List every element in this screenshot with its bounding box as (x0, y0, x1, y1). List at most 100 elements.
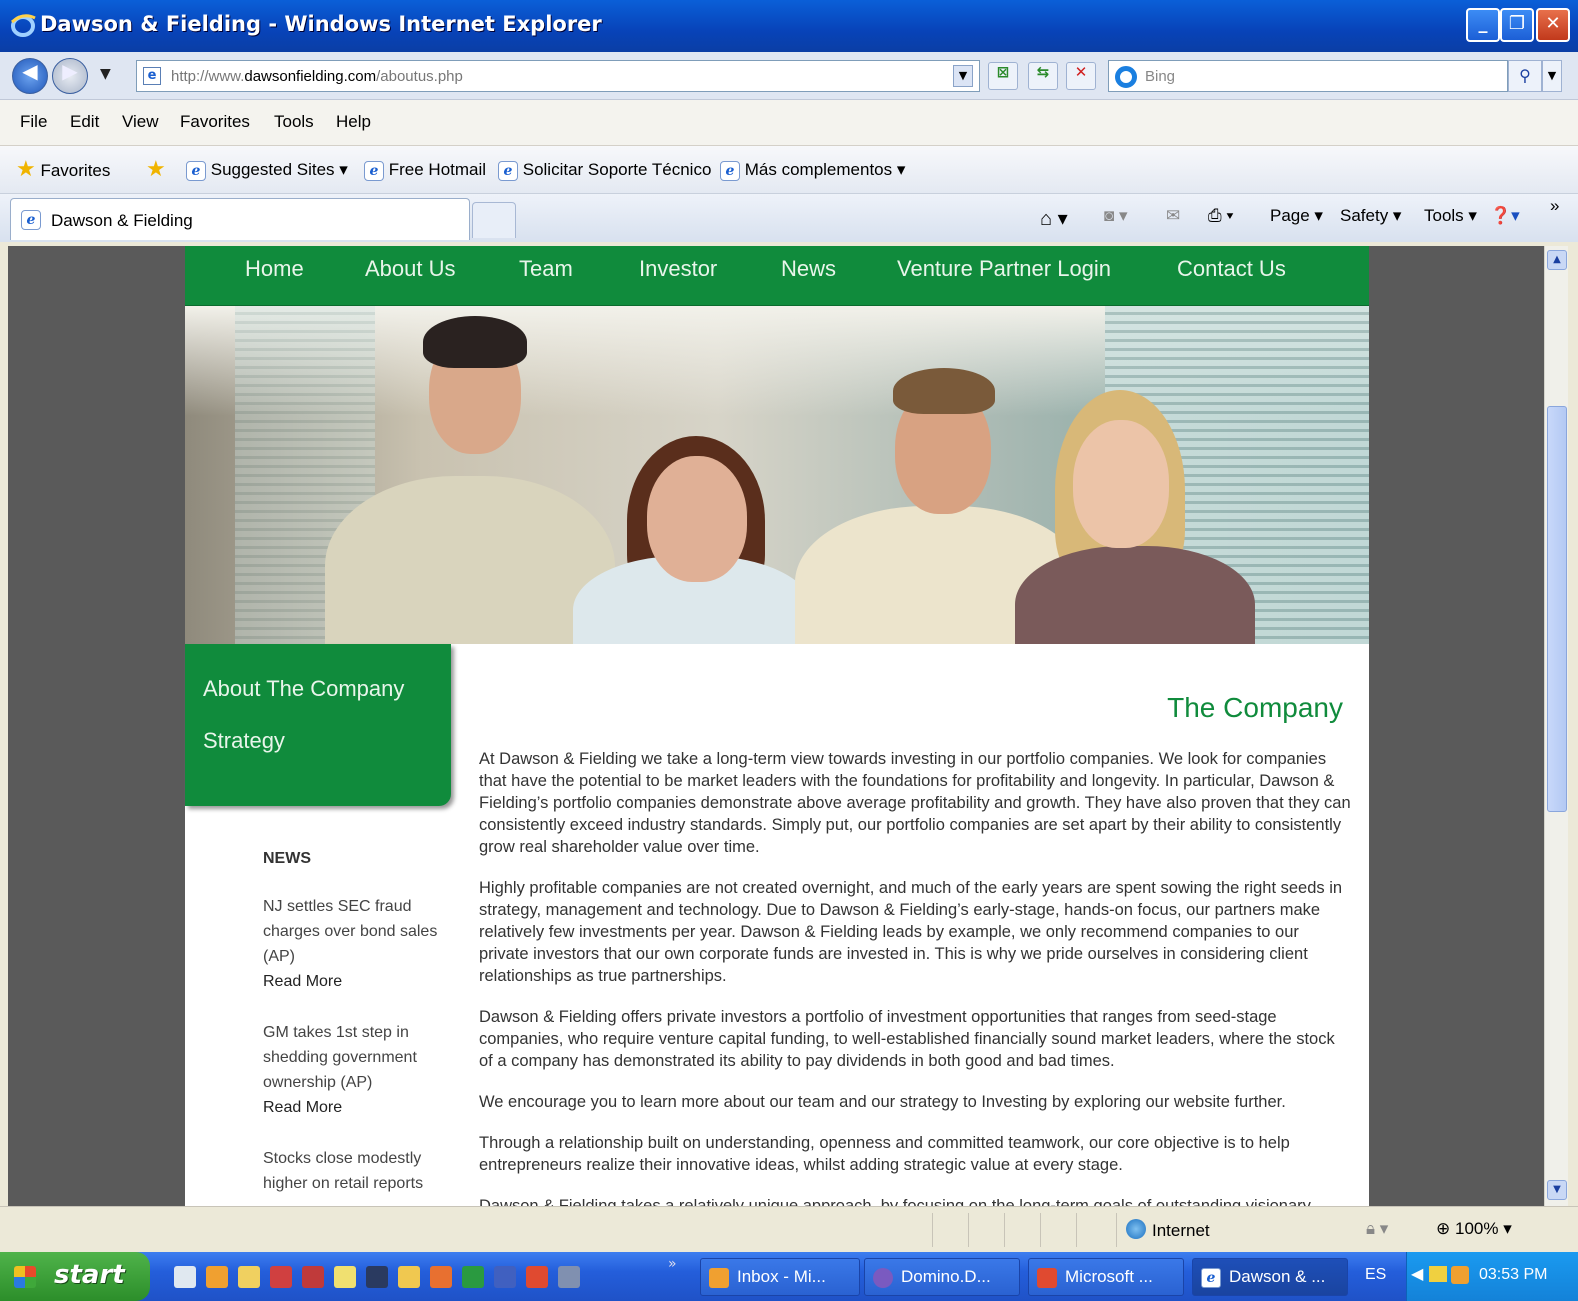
quicklaunch-app-icon[interactable] (302, 1266, 324, 1288)
clock[interactable]: 03:53 PM (1479, 1266, 1547, 1284)
quicklaunch-app-icon[interactable] (430, 1266, 452, 1288)
nav-about-us[interactable]: About Us (365, 256, 456, 282)
search-options-dropdown[interactable]: ▼ (1542, 60, 1562, 92)
feeds-icon[interactable]: ◙ ▾ (1104, 206, 1128, 226)
refresh-button[interactable]: ⇆ (1028, 62, 1058, 90)
taskbar-item-dawson[interactable]: e Dawson & ... (1192, 1258, 1348, 1296)
tab-label: Dawson & Fielding (51, 211, 193, 230)
maximize-button[interactable]: ❐ (1500, 8, 1534, 42)
nav-contact-us[interactable]: Contact Us (1177, 256, 1286, 282)
favorites-item-suggested-sites[interactable]: e Suggested Sites ▾ (186, 160, 348, 181)
scroll-up-button[interactable]: ▲ (1547, 250, 1567, 270)
nav-home[interactable]: Home (245, 256, 304, 282)
start-button[interactable]: start (0, 1252, 150, 1301)
home-icon[interactable]: ⌂ ▾ (1040, 206, 1068, 231)
quicklaunch-app-icon[interactable] (494, 1266, 516, 1288)
back-button[interactable]: ◀ (12, 58, 48, 94)
menu-tools[interactable]: Tools (274, 112, 314, 132)
search-button[interactable]: ⚲ (1508, 60, 1542, 92)
windows-logo-icon (14, 1266, 36, 1288)
news-panel: NEWS NJ settles SEC fraud charges over b… (263, 850, 453, 1206)
menu-favorites[interactable]: Favorites (180, 112, 250, 132)
news-headline[interactable]: Stocks close modestly higher on retail r… (263, 1146, 453, 1196)
recent-pages-dropdown[interactable]: ▼ (100, 66, 111, 82)
taskbar: start » Inbox - Mi... Domino.D... Micros… (0, 1252, 1578, 1301)
news-heading: NEWS (263, 850, 311, 867)
add-to-favorites-button[interactable]: ★ (146, 156, 166, 182)
protected-mode-icon[interactable]: 🔒︎ ▾ (1366, 1219, 1388, 1239)
minimize-button[interactable]: _ (1466, 8, 1500, 42)
favorites-item-free-hotmail[interactable]: e Free Hotmail (364, 160, 486, 181)
tools-menu[interactable]: Tools ▾ (1424, 206, 1477, 226)
magnifier-icon: ⚲ (1519, 66, 1531, 85)
print-icon[interactable]: ⎙ ▾ (1208, 206, 1233, 226)
nav-venture-partner-login[interactable]: Venture Partner Login (897, 256, 1111, 282)
quicklaunch-folder-icon[interactable] (238, 1266, 260, 1288)
quicklaunch-app-icon[interactable] (270, 1266, 292, 1288)
search-input[interactable]: Bing (1108, 60, 1508, 92)
page-icon: e (143, 67, 161, 85)
stop-button[interactable]: ✕ (1066, 62, 1096, 90)
menu-edit[interactable]: Edit (70, 112, 99, 132)
compatibility-icon: ⊠ (996, 63, 1010, 81)
quicklaunch-folder-icon[interactable] (398, 1266, 420, 1288)
paragraph: Through a relationship built on understa… (479, 1134, 1290, 1174)
favorites-button[interactable]: ★ Favorites (16, 156, 110, 182)
quicklaunch-monitor-icon[interactable] (366, 1266, 388, 1288)
scroll-thumb[interactable] (1547, 406, 1567, 812)
ie-page-icon: e (186, 161, 206, 181)
quicklaunch-app-icon[interactable] (334, 1266, 356, 1288)
compatibility-view-button[interactable]: ⊠ (988, 62, 1018, 90)
side-menu: About The Company Strategy (185, 644, 451, 806)
zoom-icon: ⊕ (1436, 1219, 1451, 1238)
nav-news[interactable]: News (781, 256, 836, 282)
menu-help[interactable]: Help (336, 112, 371, 132)
vertical-scrollbar[interactable]: ▲ ▼ (1544, 246, 1568, 1206)
quicklaunch-app-icon[interactable] (526, 1266, 548, 1288)
scroll-down-button[interactable]: ▼ (1547, 1180, 1567, 1200)
quicklaunch-overflow-icon[interactable]: » (668, 1256, 677, 1272)
menu-file[interactable]: File (20, 112, 47, 132)
menu-view[interactable]: View (122, 112, 159, 132)
quicklaunch-app-icon[interactable] (558, 1266, 580, 1288)
mail-icon[interactable] (1429, 1266, 1447, 1282)
taskbar-item-inbox[interactable]: Inbox - Mi... (700, 1258, 860, 1296)
nav-investor[interactable]: Investor (639, 256, 717, 282)
outlook-tray-icon[interactable] (1451, 1266, 1469, 1284)
taskbar-item-microsoft[interactable]: Microsoft ... (1028, 1258, 1184, 1296)
favorites-item-complementos[interactable]: e Más complementos ▾ (720, 160, 905, 181)
favorites-item-soporte[interactable]: e Solicitar Soporte Técnico (498, 160, 711, 181)
new-tab-button[interactable] (472, 202, 516, 238)
url-dropdown-button[interactable]: ▼ (953, 65, 973, 87)
news-headline[interactable]: NJ settles SEC fraud charges over bond s… (263, 894, 453, 969)
read-more-link[interactable]: Read More (263, 1095, 453, 1120)
close-button[interactable]: ✕ (1536, 8, 1570, 42)
language-indicator[interactable]: ES (1365, 1266, 1386, 1284)
quicklaunch-desktop-icon[interactable] (174, 1266, 196, 1288)
quicklaunch-outlook-icon[interactable] (206, 1266, 228, 1288)
command-bar: e Dawson & Fielding ⌂ ▾ ◙ ▾ ✉ ⎙ ▾ Page ▾… (0, 194, 1578, 242)
quicklaunch-excel-icon[interactable] (462, 1266, 484, 1288)
read-mail-icon[interactable]: ✉ (1166, 206, 1180, 226)
forward-button[interactable]: ▶ (52, 58, 88, 94)
page-menu[interactable]: Page ▾ (1270, 206, 1323, 226)
side-menu-strategy[interactable]: Strategy (203, 728, 285, 754)
forward-arrow-icon: ▶ (62, 59, 78, 83)
help-icon[interactable]: ❓▾ (1490, 206, 1520, 226)
window-title-bar[interactable]: Dawson & Fielding - Windows Internet Exp… (0, 0, 1578, 52)
safety-menu[interactable]: Safety ▾ (1340, 206, 1401, 226)
taskbar-item-domino[interactable]: Domino.D... (864, 1258, 1020, 1296)
side-menu-about-company[interactable]: About The Company (203, 676, 404, 702)
add-favorite-icon: ★ (146, 156, 166, 181)
browser-tab[interactable]: e Dawson & Fielding (10, 198, 470, 240)
paragraph: Dawson & Fielding offers private investo… (479, 1008, 1335, 1070)
chevron-right-icon[interactable]: » (1550, 196, 1559, 216)
read-more-link[interactable]: Read More (263, 969, 453, 994)
news-headline[interactable]: GM takes 1st step in shedding government… (263, 1020, 453, 1095)
tray-expand-icon[interactable]: ◀ (1411, 1264, 1423, 1284)
office-app-icon (1037, 1268, 1057, 1288)
zoom-level[interactable]: ⊕ 100% ▾ (1436, 1219, 1512, 1239)
status-bar: Internet 🔒︎ ▾ ⊕ 100% ▾ (0, 1206, 1578, 1252)
url-field[interactable]: e http://www.dawsonfielding.com/aboutus.… (136, 60, 980, 92)
nav-team[interactable]: Team (519, 256, 573, 282)
